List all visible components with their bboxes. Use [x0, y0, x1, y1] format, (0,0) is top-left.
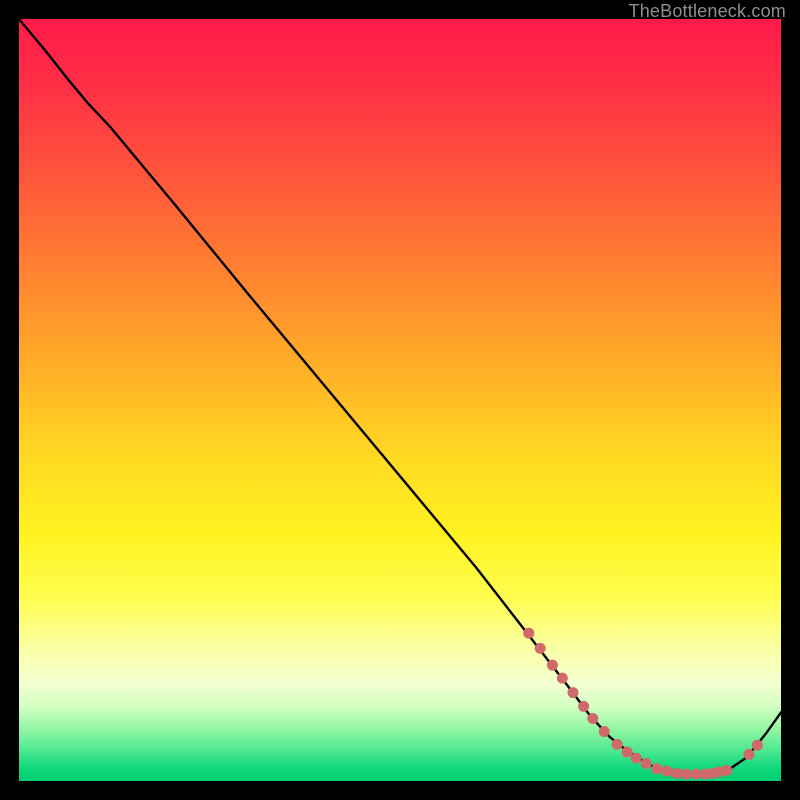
marker-dot — [622, 747, 633, 758]
marker-dot — [721, 765, 732, 776]
marker-dot — [557, 673, 568, 684]
marker-dot — [631, 753, 642, 764]
marker-dot — [651, 763, 662, 774]
marker-dot — [744, 749, 755, 760]
plot-area — [19, 19, 781, 781]
marker-dot — [547, 660, 558, 671]
marker-dot — [599, 726, 610, 737]
marker-dot — [661, 766, 672, 777]
marker-dot — [752, 740, 763, 751]
watermark-label: TheBottleneck.com — [629, 1, 786, 22]
marker-dot — [587, 713, 598, 724]
chart-stage: TheBottleneck.com — [0, 0, 800, 800]
marker-dot — [612, 739, 623, 750]
marker-dot — [523, 628, 534, 639]
marker-dot — [641, 758, 652, 769]
marker-dot — [567, 687, 578, 698]
marker-dot — [578, 701, 589, 712]
marker-dot — [535, 643, 546, 654]
markers-layer — [19, 19, 781, 781]
marker-dot — [680, 769, 691, 780]
marker-group — [523, 628, 763, 780]
